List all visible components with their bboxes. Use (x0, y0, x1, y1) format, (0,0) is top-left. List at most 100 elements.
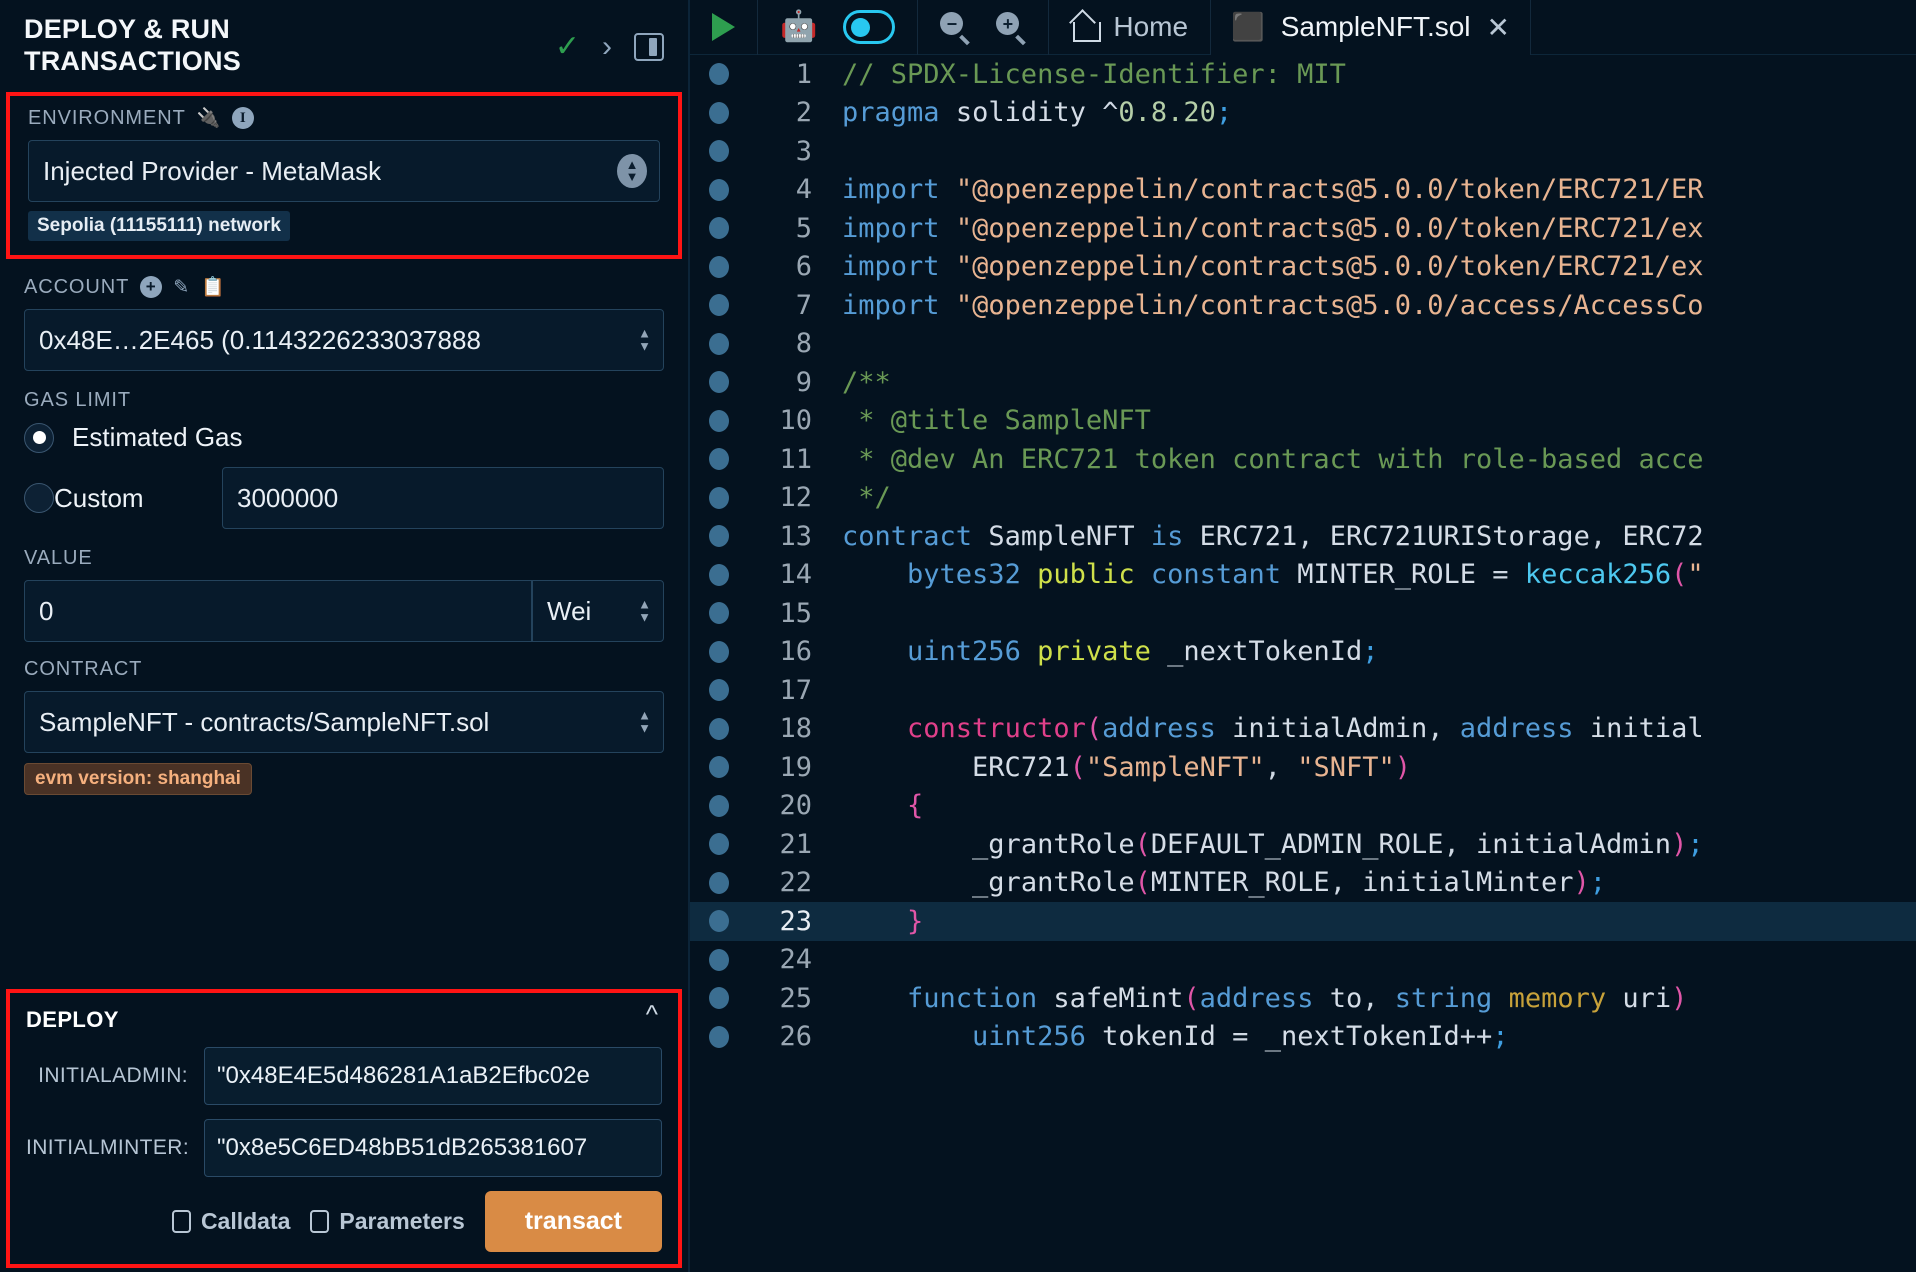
code-line[interactable]: 14 bytes32 public constant MINTER_ROLE =… (690, 556, 1916, 595)
line-number: 1 (795, 58, 812, 90)
breakpoint-gutter-icon[interactable] (690, 486, 748, 509)
breakpoint-gutter-icon[interactable] (690, 717, 748, 740)
code-line[interactable]: 9 /** (690, 363, 1916, 402)
code-text: constructor(address initialAdmin, addres… (907, 713, 1704, 745)
code-line[interactable]: 8 (690, 325, 1916, 364)
initialminter-input[interactable]: "0x8e5C6ED48bB51dB265381607 (204, 1119, 662, 1177)
code-line[interactable]: 16 uint256 private _nextTokenId; (690, 633, 1916, 672)
breakpoint-gutter-icon[interactable] (690, 602, 748, 625)
value-label: VALUE (24, 547, 93, 569)
breakpoint-gutter-icon[interactable] (690, 255, 748, 278)
code-editor[interactable]: 1 // SPDX-License-Identifier: MIT 2 pragma … (690, 55, 1916, 1272)
chevron-right-icon[interactable]: › (602, 32, 612, 62)
code-line[interactable]: 10 * @title SampleNFT (690, 402, 1916, 441)
estimated-gas-radio[interactable] (24, 422, 54, 453)
breakpoint-gutter-icon[interactable] (690, 871, 748, 894)
code-line[interactable]: 17 (690, 671, 1916, 710)
robot-icon[interactable]: 🤖 (780, 12, 817, 42)
code-line[interactable]: 1 // SPDX-License-Identifier: MIT (690, 55, 1916, 94)
environment-select[interactable]: Injected Provider - MetaMask ▲ ▼ (28, 140, 660, 202)
panel-header: DEPLOY & RUN TRANSACTIONS ✓ › (0, 0, 688, 92)
panel-layout-icon[interactable] (634, 33, 664, 61)
contract-select[interactable]: SampleNFT - contracts/SampleNFT.sol ▲ ▼ (24, 691, 664, 753)
breakpoint-gutter-icon[interactable] (690, 756, 748, 779)
code-line[interactable]: 18 constructor(address initialAdmin, add… (690, 710, 1916, 749)
code-line[interactable]: 13 contract SampleNFT is ERC721, ERC721UR… (690, 517, 1916, 556)
breakpoint-gutter-icon[interactable] (690, 217, 748, 240)
code-line[interactable]: 3 (690, 132, 1916, 171)
code-line[interactable]: 21 _grantRole(DEFAULT_ADMIN_ROLE, initia… (690, 825, 1916, 864)
breakpoint-gutter-icon[interactable] (690, 101, 748, 124)
copy-parameters-button[interactable]: Parameters (306, 1207, 465, 1235)
breakpoint-gutter-icon[interactable] (690, 140, 748, 163)
breakpoint-gutter-icon[interactable] (690, 63, 748, 86)
network-badge: Sepolia (11155111) network (28, 211, 290, 241)
code-line[interactable]: 26 uint256 tokenId = _nextTokenId++; (690, 1018, 1916, 1057)
value-unit-select[interactable]: Wei ▲ ▼ (532, 580, 664, 642)
code-text: import "@openzeppelin/contracts@5.0.0/to… (842, 212, 1704, 244)
copy-calldata-button[interactable]: Calldata (167, 1207, 290, 1235)
code-line[interactable]: 19 ERC721("SampleNFT", "SNFT") (690, 748, 1916, 787)
breakpoint-gutter-icon[interactable] (690, 794, 748, 817)
code-line[interactable]: 25 function safeMint(address to, string … (690, 979, 1916, 1018)
breakpoint-gutter-icon[interactable] (690, 178, 748, 201)
code-line[interactable]: 2 pragma solidity ^0.8.20; (690, 94, 1916, 133)
custom-gas-input[interactable]: 3000000 (222, 467, 664, 529)
select-stepper-icon[interactable]: ▲ ▼ (638, 598, 651, 624)
code-line[interactable]: 24 (690, 941, 1916, 980)
code-line[interactable]: 20 { (690, 787, 1916, 826)
home-tab[interactable]: Home (1049, 0, 1212, 55)
breakpoint-gutter-icon[interactable] (690, 448, 748, 471)
select-stepper-icon[interactable]: ▲ ▼ (638, 709, 651, 735)
code-line[interactable]: 7 import "@openzeppelin/contracts@5.0.0/a… (690, 286, 1916, 325)
line-number: 4 (795, 174, 812, 206)
code-line[interactable]: 11 * @dev An ERC721 token contract with … (690, 440, 1916, 479)
zoom-in-icon[interactable]: + (996, 12, 1027, 46)
tab-samplenft-sol[interactable]: ⬛ SampleNFT.sol ✕ (1211, 0, 1531, 55)
breakpoint-gutter-icon[interactable] (690, 640, 748, 663)
code-line[interactable]: 23 } (690, 902, 1916, 941)
code-line[interactable]: 15 (690, 594, 1916, 633)
select-stepper-icon[interactable]: ▲ ▼ (638, 327, 651, 353)
code-line[interactable]: 22 _grantRole(MINTER_ROLE, initialMinter… (690, 864, 1916, 903)
checkmark-icon[interactable]: ✓ (555, 32, 580, 62)
code-text: pragma solidity ^0.8.20; (842, 97, 1233, 129)
select-stepper-icon[interactable]: ▲ ▼ (617, 154, 647, 188)
custom-gas-radio[interactable] (24, 483, 54, 513)
toggle-on-icon[interactable] (843, 10, 896, 44)
breakpoint-gutter-icon[interactable] (690, 1025, 748, 1048)
add-account-icon[interactable]: + (140, 276, 163, 298)
breakpoint-gutter-icon[interactable] (690, 525, 748, 548)
transact-button[interactable]: transact (484, 1191, 662, 1252)
breakpoint-gutter-icon[interactable] (690, 294, 748, 317)
breakpoint-gutter-icon[interactable] (690, 833, 748, 856)
estimated-gas-row[interactable]: Estimated Gas (24, 422, 664, 453)
breakpoint-gutter-icon[interactable] (690, 948, 748, 971)
breakpoint-gutter-icon[interactable] (690, 563, 748, 586)
toolbar-group-run (690, 0, 758, 55)
code-line[interactable]: 5 import "@openzeppelin/contracts@5.0.0/t… (690, 209, 1916, 248)
code-line[interactable]: 4 import "@openzeppelin/contracts@5.0.0/t… (690, 171, 1916, 210)
play-icon[interactable] (712, 13, 735, 41)
close-icon[interactable]: ✕ (1487, 11, 1510, 44)
breakpoint-gutter-icon[interactable] (690, 332, 748, 355)
breakpoint-gutter-icon[interactable] (690, 409, 748, 432)
code-line[interactable]: 6 import "@openzeppelin/contracts@5.0.0/t… (690, 248, 1916, 287)
line-number: 11 (779, 443, 812, 475)
custom-gas-row[interactable]: Custom 3000000 (24, 467, 664, 529)
breakpoint-gutter-icon[interactable] (690, 679, 748, 702)
copy-icon[interactable]: 📋 (201, 275, 226, 299)
account-select[interactable]: 0x48E…2E465 (0.1143226233037888 ▲ ▼ (24, 309, 664, 371)
value-input[interactable]: 0 (24, 580, 532, 642)
breakpoint-gutter-icon[interactable] (690, 987, 748, 1010)
breakpoint-gutter-icon[interactable] (690, 910, 748, 933)
edit-icon[interactable]: ✎ (173, 276, 190, 299)
zoom-out-icon[interactable]: − (940, 12, 971, 46)
breakpoint-gutter-icon[interactable] (690, 371, 748, 394)
info-icon[interactable]: i (232, 107, 255, 129)
initialadmin-input[interactable]: "0x48E4E5d486281A1aB2Efbc02e (204, 1047, 662, 1105)
code-line[interactable]: 12 */ (690, 479, 1916, 518)
param-row: INITIALADMIN: "0x48E4E5d486281A1aB2Efbc0… (26, 1047, 662, 1105)
chevron-up-icon[interactable]: ^ (646, 999, 658, 1030)
plug-icon[interactable]: 🔌 (197, 106, 222, 130)
